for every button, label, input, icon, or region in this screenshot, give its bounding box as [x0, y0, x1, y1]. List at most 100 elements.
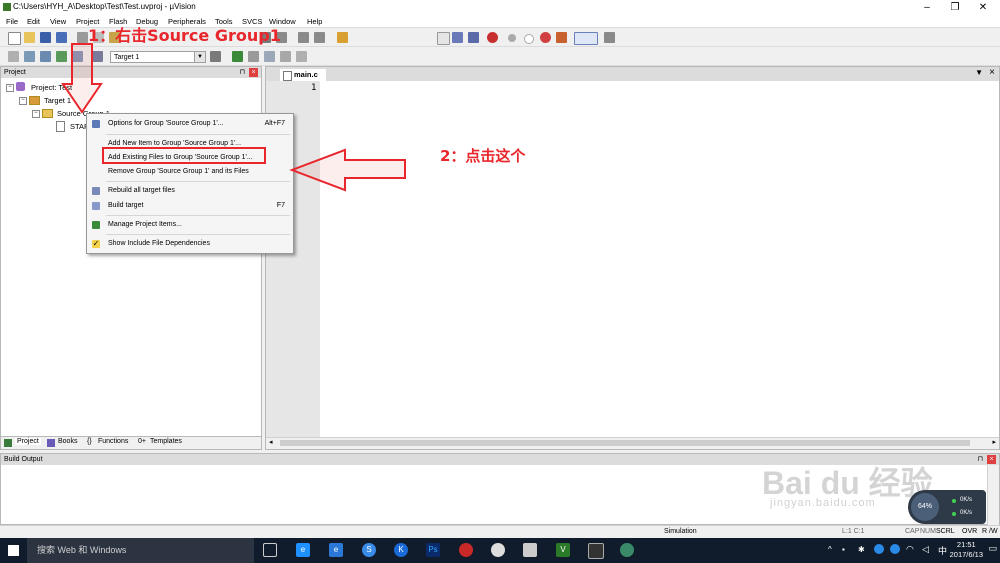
configure-icon[interactable] [604, 32, 615, 43]
scrollbar-thumb[interactable] [280, 440, 970, 446]
comment-icon[interactable] [298, 32, 309, 43]
kill-breakpoints-icon[interactable] [540, 32, 551, 43]
chevron-down-icon[interactable]: ▼ [194, 52, 205, 62]
photoshop-icon[interactable]: Ps [426, 543, 440, 557]
find-dropdown-icon[interactable] [437, 32, 450, 45]
browser-icon[interactable]: S [362, 543, 376, 557]
file-extensions-icon[interactable] [248, 51, 259, 62]
build-icon[interactable] [24, 51, 35, 62]
tab-project[interactable]: Project [15, 438, 41, 445]
menu-item-remove-group[interactable]: Remove Group 'Source Group 1' and its Fi… [87, 166, 293, 178]
tab-books[interactable]: Books [58, 438, 77, 445]
tab-functions[interactable]: Functions [98, 438, 128, 445]
taskbar-search[interactable]: 搜索 Web 和 Windows [27, 538, 254, 563]
cut-icon[interactable] [77, 32, 88, 43]
app-tray-icon[interactable] [874, 544, 884, 554]
find-icon[interactable] [452, 32, 463, 43]
ime-indicator[interactable]: 中 [938, 544, 947, 557]
bluetooth-icon[interactable]: ✱ [858, 545, 865, 554]
menu-separator [106, 234, 290, 235]
folder-icon [42, 109, 53, 118]
select-packs-icon[interactable] [264, 51, 275, 62]
chevron-up-icon[interactable]: ^ [828, 545, 832, 554]
save-icon[interactable] [40, 32, 51, 43]
scroll-right-icon[interactable]: ▸ [992, 438, 996, 446]
pin-icon[interactable]: ⊓ [978, 454, 983, 465]
collapse-icon[interactable]: − [32, 110, 40, 118]
app-icon[interactable] [491, 543, 505, 557]
collapse-icon[interactable]: − [6, 84, 14, 92]
menu-item-build-target[interactable]: Build target F7 [87, 200, 293, 212]
translate-icon[interactable] [8, 51, 19, 62]
toolbar-build: Target 1 ▼ [0, 48, 1000, 66]
taskbar: 搜索 Web 和 Windows e e S K Ps V ^ ▪ ✱ ◠ ◁ … [0, 538, 1000, 563]
editor-tab-main-c[interactable]: main.c [280, 69, 326, 81]
minimize-button[interactable]: – [913, 0, 941, 15]
menu-file[interactable]: File [6, 17, 18, 26]
menu-edit[interactable]: Edit [27, 17, 40, 26]
volume-icon[interactable]: ◁ [922, 544, 929, 555]
windows-start-icon[interactable] [8, 545, 19, 556]
menu-item-show-include-deps[interactable]: ✓ Show Include File Dependencies [87, 238, 293, 250]
keil-icon[interactable]: V [556, 543, 570, 557]
close-window-button[interactable]: ✕ [969, 0, 997, 15]
kugou-icon[interactable]: K [394, 543, 408, 557]
line-number: 1 [311, 83, 317, 93]
find-in-files-icon[interactable] [337, 32, 348, 43]
scroll-left-icon[interactable]: ◂ [269, 438, 273, 446]
network-icon[interactable]: ▪ [842, 545, 845, 554]
maximize-button[interactable]: ❐ [941, 0, 969, 15]
taskbar-clock[interactable]: 21:51 2017/6/13 [950, 540, 983, 560]
app-icon[interactable] [620, 543, 634, 557]
menu-item-manage-project-items[interactable]: Manage Project Items... [87, 219, 293, 231]
explorer-icon[interactable] [523, 543, 537, 557]
notification-icon[interactable]: ▭ [988, 543, 997, 554]
close-tab-icon[interactable]: × [989, 67, 995, 78]
vertical-scrollbar[interactable] [987, 465, 999, 525]
target-select[interactable]: Target 1 ▼ [110, 51, 206, 63]
batch-build-icon[interactable] [56, 51, 67, 62]
tree-project-root[interactable]: Project: Test [31, 83, 72, 92]
disable-breakpoint-icon[interactable] [524, 34, 534, 44]
window-title: C:\Users\HYH_A\Desktop\Test\Test.uvproj … [13, 2, 196, 11]
new-file-icon[interactable] [8, 32, 21, 45]
breakpoint-icon[interactable] [508, 34, 516, 42]
menu-item-rebuild-all[interactable]: Rebuild all target files [87, 185, 293, 197]
tab-templates[interactable]: Templates [150, 438, 182, 445]
wifi-icon[interactable]: ◠ [906, 544, 914, 555]
tab-list-icon[interactable]: ▼ [975, 68, 983, 77]
close-panel-icon[interactable]: × [249, 68, 258, 77]
task-view-icon[interactable] [263, 543, 277, 557]
menu-separator [106, 134, 290, 135]
collapse-icon[interactable]: − [19, 97, 27, 105]
horizontal-scrollbar[interactable]: ◂ ▸ [266, 437, 999, 449]
annotation-step2: 2：点击这个 [440, 147, 526, 165]
window-layout-icon[interactable] [574, 32, 598, 45]
pin-icon[interactable]: ⊓ [240, 67, 245, 78]
save-all-icon[interactable] [56, 32, 67, 43]
project-panel-title: Project [4, 69, 26, 76]
menu-item-options-for-group[interactable]: Options for Group 'Source Group 1'... Al… [87, 118, 293, 130]
qq-icon[interactable] [459, 543, 473, 557]
menu-view[interactable]: View [50, 17, 66, 26]
pack-installer-icon[interactable] [280, 51, 291, 62]
incremental-find-icon[interactable] [468, 32, 479, 43]
debug-windows-icon[interactable] [556, 32, 567, 43]
download-icon[interactable] [92, 51, 103, 62]
terminal-icon[interactable] [588, 543, 604, 559]
stop-build-icon[interactable] [72, 51, 83, 62]
shield-icon[interactable] [890, 544, 900, 554]
manage-run-time-icon[interactable] [296, 51, 307, 62]
open-folder-icon[interactable] [24, 32, 35, 43]
uncomment-icon[interactable] [314, 32, 325, 43]
edge-icon[interactable]: e [296, 543, 310, 557]
rebuild-icon[interactable] [40, 51, 51, 62]
tree-target[interactable]: Target 1 [44, 96, 71, 105]
ie-icon[interactable]: e [329, 543, 343, 557]
target-options-icon[interactable] [210, 51, 221, 62]
editor-pane[interactable]: main.c ▼ × 1 ◂ ▸ [265, 66, 1000, 450]
close-panel-icon[interactable]: × [987, 455, 996, 464]
debug-start-icon[interactable] [487, 32, 498, 43]
menu-help[interactable]: Help [307, 17, 322, 26]
manage-components-icon[interactable] [232, 51, 243, 62]
